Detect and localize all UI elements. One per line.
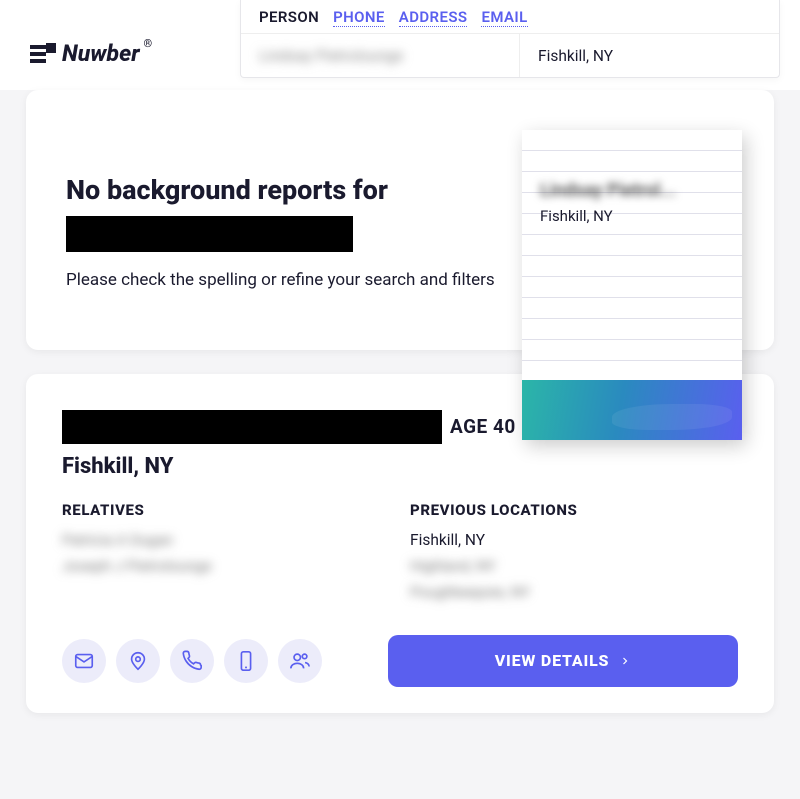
age-label: AGE 40: [450, 415, 516, 438]
search-name-value: Lindsay Pietrolounge: [259, 47, 403, 65]
registered-mark: ®: [144, 37, 153, 50]
tab-address[interactable]: ADDRESS: [399, 8, 468, 27]
chevron-right-icon: [619, 655, 631, 667]
location-pin-icon[interactable]: [116, 639, 160, 683]
search-bar: PERSON PHONE ADDRESS EMAIL Lindsay Pietr…: [240, 0, 780, 78]
mobile-icon[interactable]: [224, 639, 268, 683]
folder-paper: Lindsay Pietrol... Fishkill, NY: [522, 130, 742, 380]
action-icons: [62, 639, 322, 683]
result-columns: RELATIVES Patricia A Dugan Joseph J Piet…: [62, 501, 738, 609]
search-name-input[interactable]: Lindsay Pietrolounge: [241, 34, 519, 77]
prevloc-item: Highland, NY: [410, 557, 738, 575]
people-icon[interactable]: [278, 639, 322, 683]
redacted-name: [66, 216, 353, 252]
relatives-title: RELATIVES: [62, 501, 390, 519]
folder-name-blurred: Lindsay Pietrol...: [540, 180, 724, 201]
tab-email[interactable]: EMAIL: [481, 8, 527, 27]
header: Nuwber ® PERSON PHONE ADDRESS EMAIL Lind…: [0, 0, 800, 90]
redacted-result-name: [62, 410, 442, 444]
prevloc-column: PREVIOUS LOCATIONS Fishkill, NY Highland…: [410, 501, 738, 609]
phone-icon[interactable]: [170, 639, 214, 683]
view-details-button[interactable]: VIEW DETAILS: [388, 635, 738, 687]
view-details-label: VIEW DETAILS: [495, 651, 610, 670]
report-folder-graphic: Lindsay Pietrol... Fishkill, NY: [522, 130, 742, 440]
email-icon[interactable]: [62, 639, 106, 683]
folder-location: Fishkill, NY: [540, 207, 724, 225]
brand-logo[interactable]: Nuwber ®: [30, 40, 152, 67]
search-location-input[interactable]: Fishkill, NY: [519, 34, 779, 77]
brand-name: Nuwber: [62, 40, 140, 67]
tab-phone[interactable]: PHONE: [333, 8, 385, 27]
search-inputs: Lindsay Pietrolounge Fishkill, NY: [241, 33, 779, 77]
result-location: Fishkill, NY: [62, 454, 738, 479]
search-tabs: PERSON PHONE ADDRESS EMAIL: [241, 0, 779, 33]
prevloc-item: Poughkeepsie, NY: [410, 583, 738, 601]
folder-footer-gradient: [522, 380, 742, 440]
prevloc-item: Fishkill, NY: [410, 531, 738, 549]
relatives-column: RELATIVES Patricia A Dugan Joseph J Piet…: [62, 501, 390, 609]
result-actions: VIEW DETAILS: [62, 635, 738, 687]
search-location-value: Fishkill, NY: [538, 47, 613, 65]
prevloc-title: PREVIOUS LOCATIONS: [410, 501, 738, 519]
relative-item: Patricia A Dugan: [62, 531, 390, 549]
relative-item: Joseph J Pietrolounge: [62, 557, 390, 575]
logo-stripes-icon: [30, 43, 58, 65]
no-reports-card: No background reports for Please check t…: [26, 90, 774, 350]
tab-person[interactable]: PERSON: [259, 8, 319, 27]
